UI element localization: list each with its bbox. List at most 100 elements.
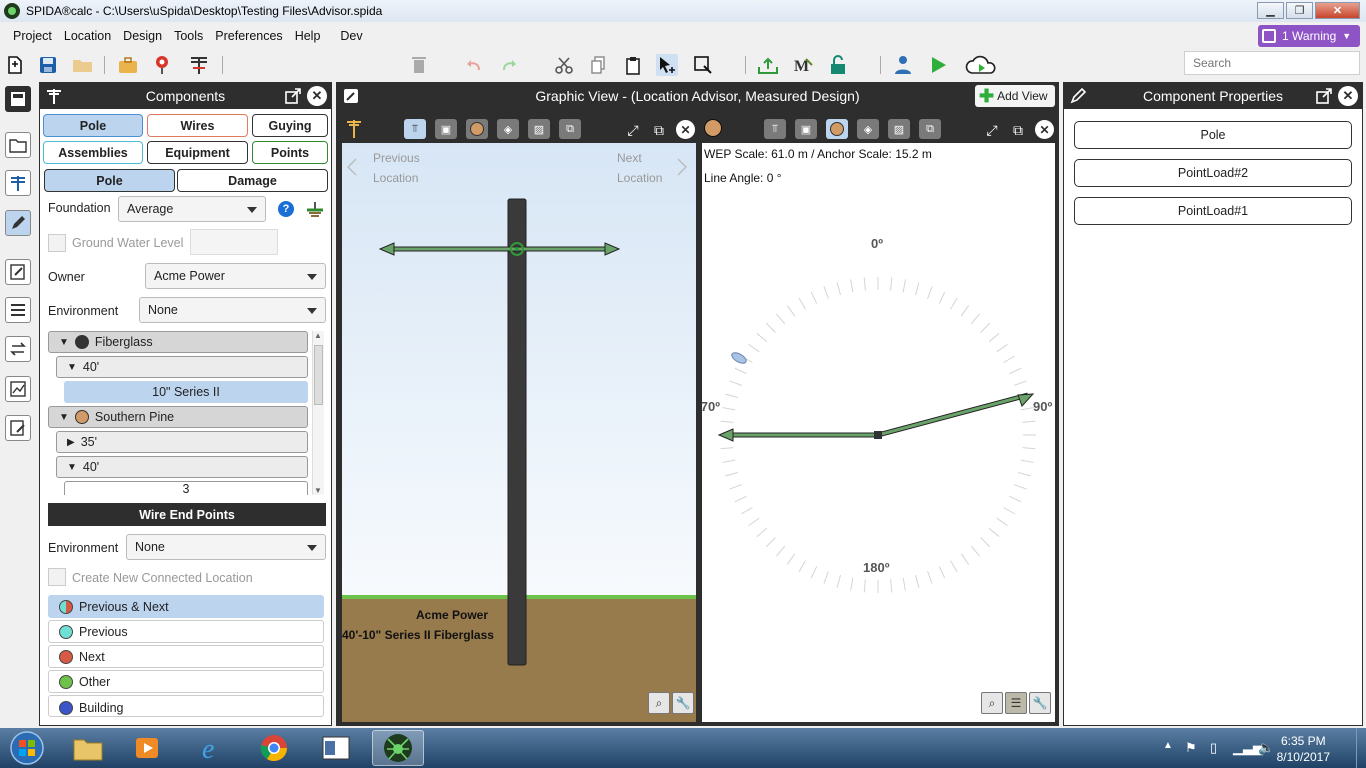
ground-icon[interactable]	[305, 200, 325, 223]
media-player-icon[interactable]	[122, 730, 174, 766]
close-window-button[interactable]: ✕	[1315, 2, 1360, 19]
select-tool-icon[interactable]	[656, 54, 678, 76]
top-view-icon[interactable]	[826, 119, 848, 139]
popout-icon[interactable]: ⧉	[649, 120, 669, 140]
menu-preferences[interactable]: Preferences	[209, 29, 288, 43]
analysis-view-icon[interactable]: ◈	[857, 119, 879, 139]
close-icon[interactable]: ✕	[1035, 120, 1054, 139]
wep-previous-next[interactable]: Previous & Next	[48, 595, 324, 618]
show-desktop-button[interactable]	[1356, 728, 1366, 768]
upload-icon[interactable]	[757, 54, 779, 76]
scroll-up-icon[interactable]: ▲	[314, 331, 322, 340]
redo-icon[interactable]	[498, 54, 520, 76]
transfer-icon[interactable]	[5, 336, 31, 362]
create-connected-checkbox[interactable]	[48, 568, 66, 586]
close-components-button[interactable]: ✕	[307, 86, 327, 106]
volume-icon[interactable]: 🔈	[1258, 740, 1274, 756]
search-input[interactable]	[1184, 51, 1360, 75]
property-pole-button[interactable]: Pole	[1074, 121, 1352, 149]
layers-icon[interactable]: ▣	[435, 119, 457, 139]
calculator-icon[interactable]	[5, 86, 31, 112]
close-properties-button[interactable]: ✕	[1338, 86, 1358, 106]
edit-pencil-icon[interactable]	[5, 210, 31, 236]
menu-help[interactable]: Help	[289, 29, 327, 43]
cloud-sync-icon[interactable]	[965, 54, 999, 76]
menu-location[interactable]: Location	[58, 29, 117, 43]
expand-icon[interactable]: ⤢	[982, 120, 1002, 140]
edit-document-icon[interactable]	[5, 259, 31, 285]
tray-expand-icon[interactable]: ▲	[1163, 740, 1173, 751]
category-points-button[interactable]: Points	[252, 141, 328, 164]
wrench-icon[interactable]: 🔧	[672, 692, 694, 714]
legend-icon[interactable]: ☰	[1005, 692, 1027, 714]
expand-triangle-icon[interactable]: ▼	[67, 362, 77, 373]
wrench-icon[interactable]: 🔧	[1029, 692, 1051, 714]
photo-view-icon[interactable]: ▨	[888, 119, 910, 139]
restore-button[interactable]: ❐	[1286, 2, 1313, 19]
next-location-line1[interactable]: Next	[617, 151, 642, 165]
zoom-fit-icon[interactable]: ⌕	[981, 692, 1003, 714]
category-wires-button[interactable]: Wires	[147, 114, 248, 137]
tree-item-southern-pine-35[interactable]: ▶ 35'	[56, 431, 308, 453]
popout-icon[interactable]	[1314, 86, 1334, 106]
property-pointload2-button[interactable]: PointLoad#2	[1074, 159, 1352, 187]
flag-icon[interactable]: ⚑	[1185, 740, 1197, 756]
tree-item-class-3[interactable]: 3	[64, 481, 308, 495]
delete-icon[interactable]	[408, 54, 430, 76]
analysis-view-icon[interactable]: ◈	[497, 119, 519, 139]
close-icon[interactable]: ✕	[676, 120, 695, 139]
subtab-damage[interactable]: Damage	[177, 169, 328, 192]
save-icon[interactable]	[37, 54, 59, 76]
photo-view-icon[interactable]: ▨	[528, 119, 550, 139]
category-assemblies-button[interactable]: Assemblies	[43, 141, 143, 164]
tree-item-southern-pine-40[interactable]: ▼ 40'	[56, 456, 308, 478]
report-edit-icon[interactable]	[5, 415, 31, 441]
spidacalc-task-icon[interactable]	[372, 730, 424, 766]
run-analysis-icon[interactable]	[927, 54, 949, 76]
collapse-triangle-icon[interactable]: ▶	[67, 437, 75, 448]
scroll-thumb[interactable]	[314, 345, 323, 405]
wep-building[interactable]: Building	[48, 695, 324, 717]
top-view-icon[interactable]	[466, 119, 488, 139]
previous-location-line1[interactable]: Previous	[373, 151, 420, 165]
help-icon[interactable]: ?	[278, 201, 294, 217]
category-pole-button[interactable]: Pole	[43, 114, 143, 137]
start-button[interactable]	[2, 730, 52, 766]
file-explorer-icon[interactable]	[62, 730, 114, 766]
pole-tool-icon[interactable]	[188, 54, 210, 76]
zoom-fit-icon[interactable]: ⌕	[648, 692, 670, 714]
chart-icon[interactable]	[5, 376, 31, 402]
front-view-icon[interactable]: ⫪	[764, 119, 786, 139]
tree-item-fiberglass[interactable]: ▼ Fiberglass	[48, 331, 308, 353]
wep-other[interactable]: Other	[48, 670, 324, 693]
document-window-icon[interactable]	[310, 730, 362, 766]
tree-item-southern-pine[interactable]: ▼ Southern Pine	[48, 406, 308, 428]
category-equipment-button[interactable]: Equipment	[147, 141, 248, 164]
owner-select[interactable]: Acme Power	[145, 263, 326, 289]
wep-previous[interactable]: Previous	[48, 620, 324, 643]
location-pin-icon[interactable]	[152, 54, 174, 76]
edit-document-icon[interactable]	[341, 86, 361, 106]
menu-design[interactable]: Design	[117, 29, 168, 43]
system-clock[interactable]: 6:35 PM 8/10/2017	[1277, 733, 1330, 765]
project-folder-icon[interactable]	[5, 132, 31, 158]
minimize-button[interactable]: ▁	[1257, 2, 1284, 19]
expand-triangle-icon[interactable]: ▼	[59, 337, 69, 348]
box-select-icon[interactable]	[692, 54, 714, 76]
popout-icon[interactable]: ⧉	[1008, 120, 1028, 140]
paste-icon[interactable]	[622, 54, 644, 76]
chrome-icon[interactable]	[248, 730, 300, 766]
wep-next[interactable]: Next	[48, 645, 324, 668]
list-view-icon[interactable]	[5, 297, 31, 323]
expand-triangle-icon[interactable]: ▼	[59, 412, 69, 423]
copy-icon[interactable]	[587, 54, 609, 76]
new-file-icon[interactable]	[4, 54, 26, 76]
groundwater-checkbox[interactable]	[48, 234, 66, 252]
front-view-icon[interactable]: ⫪	[404, 119, 426, 139]
cut-icon[interactable]	[553, 54, 575, 76]
export-image-icon[interactable]: ⧉	[559, 119, 581, 139]
tree-item-10-series-ii[interactable]: 10" Series II	[64, 381, 308, 403]
menu-project[interactable]: Project	[7, 29, 58, 43]
menu-dev[interactable]: Dev	[334, 29, 368, 43]
previous-location-line2[interactable]: Location	[373, 171, 418, 185]
